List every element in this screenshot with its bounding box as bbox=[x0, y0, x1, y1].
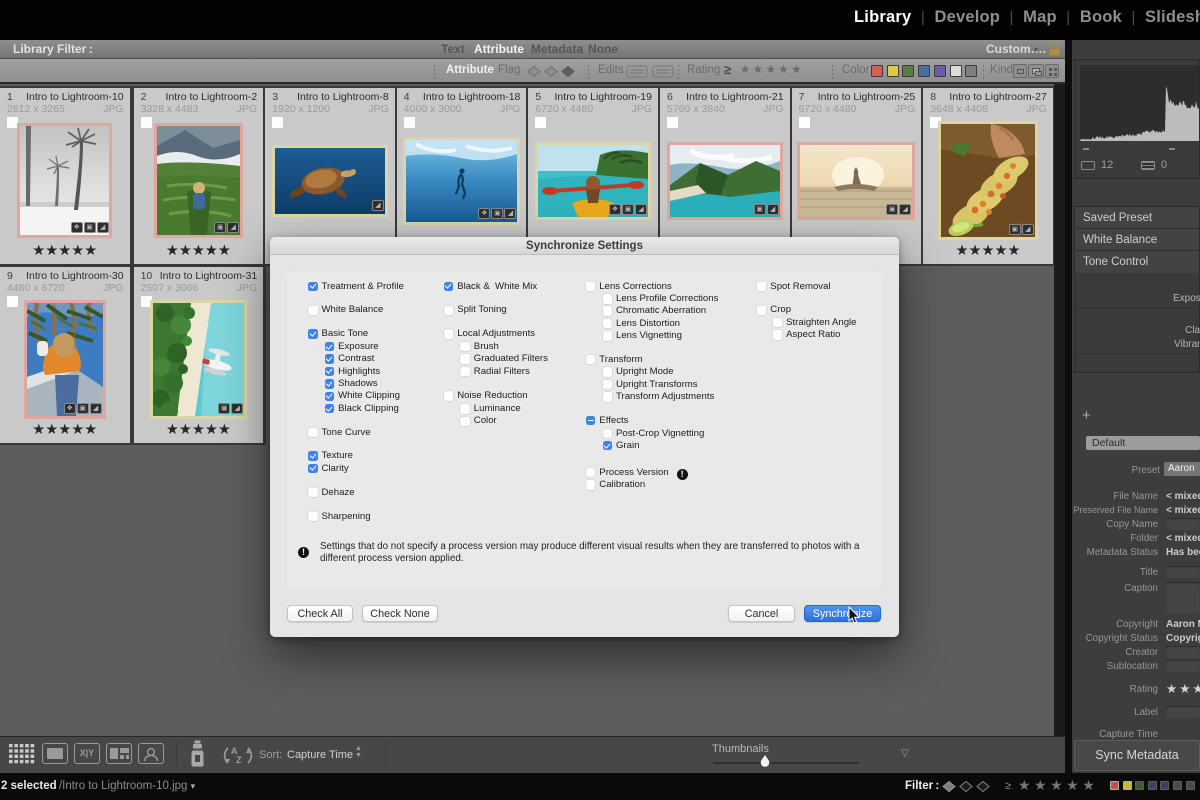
svg-text:Z: Z bbox=[236, 755, 242, 765]
